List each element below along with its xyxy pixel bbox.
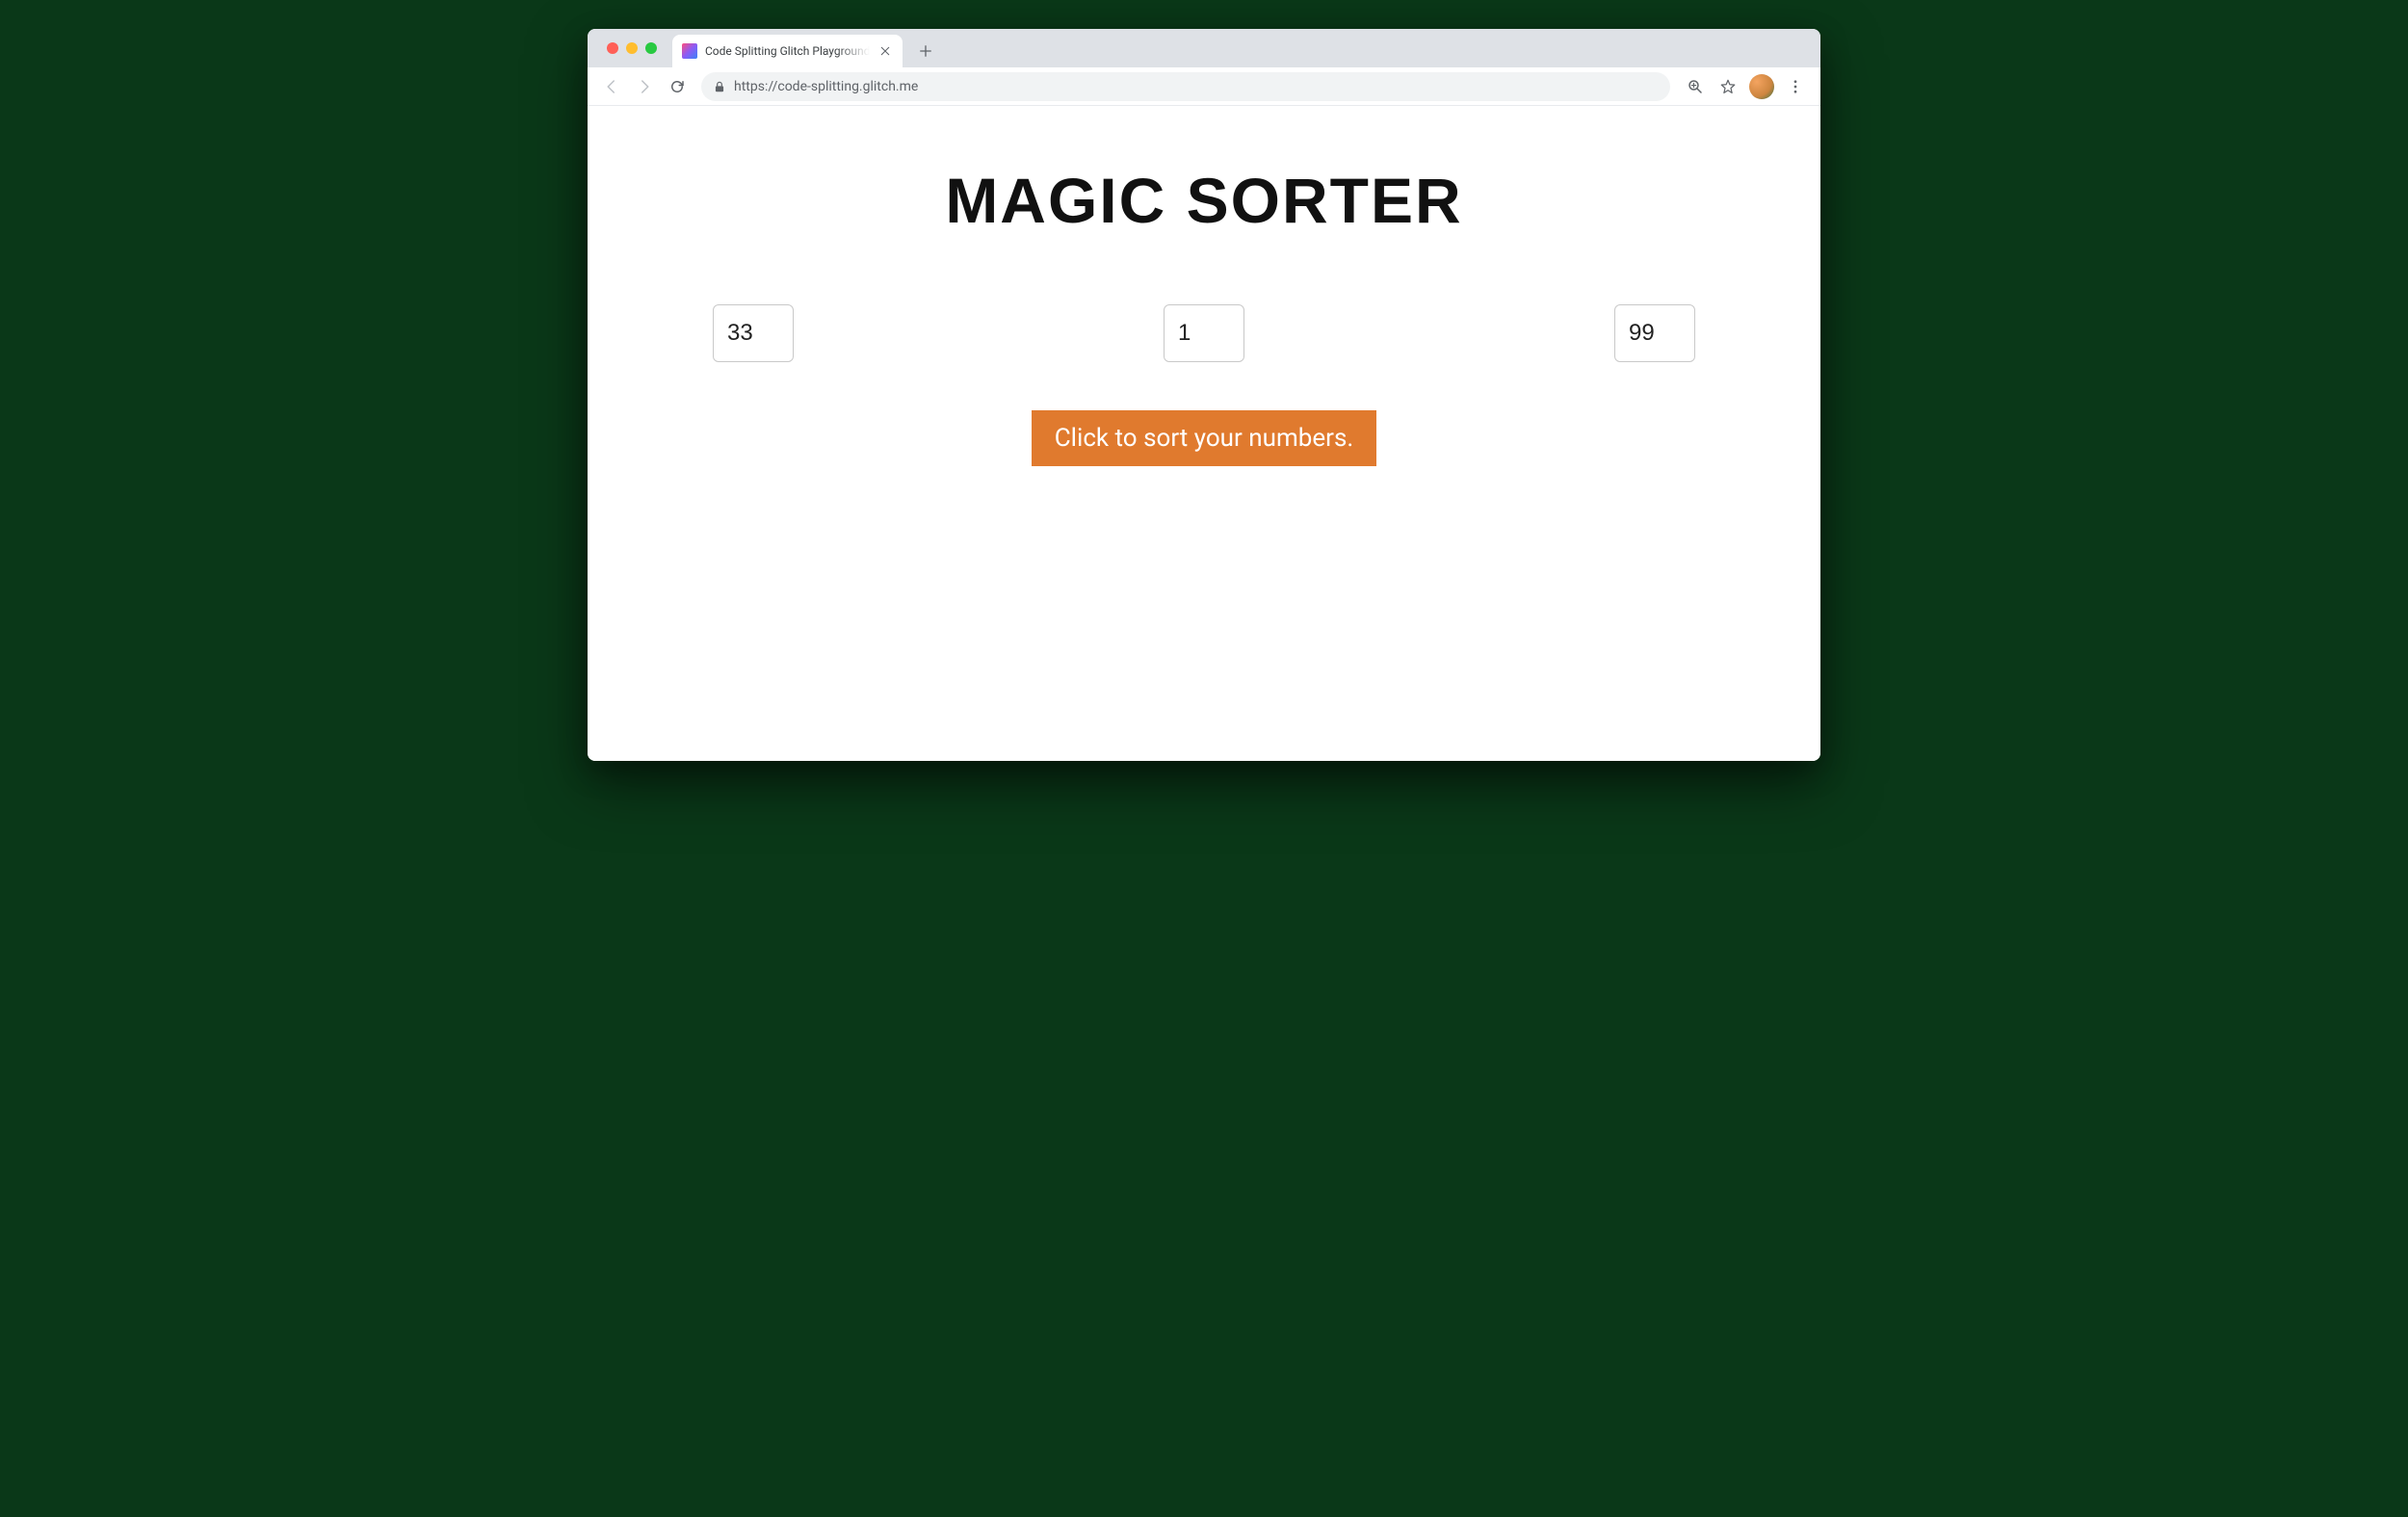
browser-toolbar: https://code-splitting.glitch.me	[588, 67, 1820, 106]
number-input-3[interactable]	[1614, 304, 1695, 362]
page-title: MAGIC SORTER	[703, 164, 1705, 237]
browser-window: Code Splitting Glitch Playground https:/…	[588, 29, 1820, 761]
close-icon[interactable]	[877, 43, 893, 59]
window-controls	[597, 29, 667, 67]
url-text: https://code-splitting.glitch.me	[734, 79, 1659, 94]
toolbar-right	[1680, 71, 1811, 102]
new-tab-button[interactable]	[912, 38, 939, 65]
menu-icon[interactable]	[1780, 71, 1811, 102]
number-input-1[interactable]	[713, 304, 794, 362]
bookmark-star-icon[interactable]	[1713, 71, 1743, 102]
lock-icon	[713, 80, 726, 93]
forward-button[interactable]	[630, 72, 659, 101]
back-button[interactable]	[597, 72, 626, 101]
browser-tab[interactable]: Code Splitting Glitch Playground	[672, 35, 903, 67]
number-inputs-row	[703, 304, 1705, 362]
zoom-icon[interactable]	[1680, 71, 1711, 102]
profile-avatar[interactable]	[1749, 74, 1774, 99]
reload-button[interactable]	[663, 72, 692, 101]
address-bar[interactable]: https://code-splitting.glitch.me	[701, 72, 1670, 101]
page-content: MAGIC SORTER Click to sort your numbers.	[588, 106, 1820, 761]
number-input-2[interactable]	[1164, 304, 1244, 362]
favicon-icon	[682, 43, 697, 59]
tab-bar: Code Splitting Glitch Playground	[588, 29, 1820, 67]
sort-button[interactable]: Click to sort your numbers.	[1032, 410, 1376, 466]
window-maximize-button[interactable]	[645, 42, 657, 54]
tab-title: Code Splitting Glitch Playground	[705, 44, 870, 58]
window-close-button[interactable]	[607, 42, 618, 54]
window-minimize-button[interactable]	[626, 42, 638, 54]
